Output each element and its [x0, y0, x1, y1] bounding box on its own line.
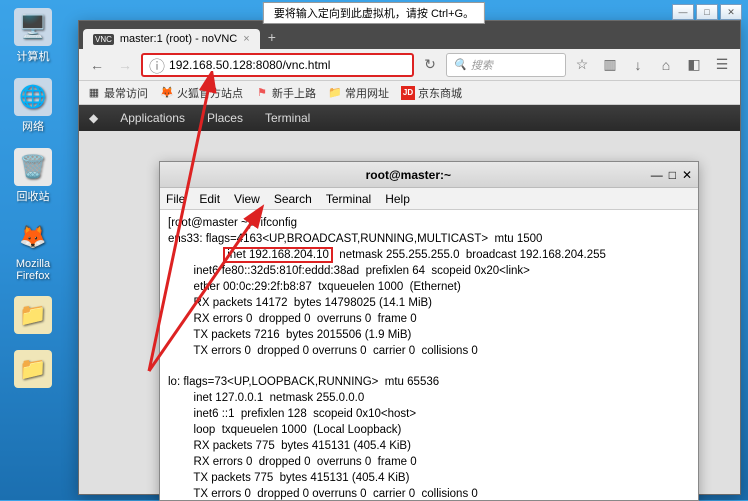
desktop-icon-computer[interactable]: 🖥️计算机: [8, 8, 58, 64]
menu-terminal[interactable]: Terminal: [265, 111, 310, 125]
vm-maximize-button[interactable]: □: [696, 4, 718, 20]
tab-novnc[interactable]: VNC master:1 (root) - noVNC ×: [83, 29, 260, 49]
term-menu-file[interactable]: File: [166, 192, 185, 206]
bookmark-star-icon[interactable]: ☆: [570, 53, 594, 77]
reload-button[interactable]: ↻: [418, 53, 442, 77]
tab-title: master:1 (root) - noVNC: [120, 33, 237, 45]
bookmark-firefox-site[interactable]: 🦊火狐官方站点: [160, 85, 243, 101]
desktop-icon-firefox[interactable]: 🦊Mozilla Firefox: [8, 218, 58, 282]
terminal-menubar: File Edit View Search Terminal Help: [160, 188, 698, 210]
inet-highlight: inet 192.168.204.10: [223, 247, 333, 263]
sidebar-icon[interactable]: ◧: [682, 53, 706, 77]
bookmark-bar: ▦最常访问 🦊火狐官方站点 ⚑新手上路 📁常用网址 JD京东商城: [79, 81, 740, 105]
vnc-content: root@master:~ — □ ✕ File Edit View Searc…: [79, 131, 740, 494]
desktop-icon-network[interactable]: 🌐网络: [8, 78, 58, 134]
url-bar: ← → ⓘ ↻ 🔍 搜索 ☆ ▥ ↓ ⌂ ◧ ☰: [79, 49, 740, 81]
tab-bar: VNC master:1 (root) - noVNC × +: [79, 21, 740, 49]
term-menu-edit[interactable]: Edit: [199, 192, 220, 206]
vm-window-controls: — □ ✕: [672, 4, 742, 20]
bookmark-common[interactable]: 📁常用网址: [328, 85, 389, 101]
desktop-icon-folder1[interactable]: 📁: [8, 296, 58, 336]
firefox-icon: 🦊: [160, 86, 174, 100]
search-box[interactable]: 🔍 搜索: [446, 53, 566, 77]
new-tab-button[interactable]: +: [260, 25, 284, 49]
terminal-output[interactable]: [root@master ~]# ifconfig ens33: flags=4…: [160, 210, 698, 500]
url-input[interactable]: [169, 58, 406, 72]
bookmark-jd[interactable]: JD京东商城: [401, 85, 462, 101]
menu-applications[interactable]: Applications: [120, 111, 185, 125]
desktop-icons: 🖥️计算机 🌐网络 🗑️回收站 🦊Mozilla Firefox 📁 📁: [8, 8, 58, 390]
grid-icon: ▦: [87, 86, 101, 100]
term-maximize-button[interactable]: □: [669, 168, 676, 182]
flag-icon: ⚑: [255, 86, 269, 100]
vm-minimize-button[interactable]: —: [672, 4, 694, 20]
desktop-icon-recycle[interactable]: 🗑️回收站: [8, 148, 58, 204]
tab-close-icon[interactable]: ×: [243, 33, 249, 45]
term-menu-view[interactable]: View: [234, 192, 260, 206]
library-icon[interactable]: ▥: [598, 53, 622, 77]
desktop-icon-folder2[interactable]: 📁: [8, 350, 58, 390]
forward-button[interactable]: →: [113, 53, 137, 77]
home-icon[interactable]: ⌂: [654, 53, 678, 77]
url-highlight-box: ⓘ: [141, 53, 414, 77]
vnc-icon: VNC: [93, 34, 114, 45]
activities-icon[interactable]: ◆: [89, 111, 98, 125]
terminal-window: root@master:~ — □ ✕ File Edit View Searc…: [159, 161, 699, 501]
jd-icon: JD: [401, 86, 415, 100]
bookmark-newbie[interactable]: ⚑新手上路: [255, 85, 316, 101]
term-menu-terminal[interactable]: Terminal: [326, 192, 371, 206]
term-menu-search[interactable]: Search: [274, 192, 312, 206]
vm-tooltip: 要将输入定向到此虚拟机，请按 Ctrl+G。: [263, 2, 485, 24]
folder-icon: 📁: [328, 86, 342, 100]
search-icon: 🔍: [453, 58, 467, 71]
terminal-titlebar[interactable]: root@master:~ — □ ✕: [160, 162, 698, 188]
terminal-title: root@master:~: [166, 168, 651, 182]
term-close-button[interactable]: ✕: [682, 168, 692, 182]
site-identity-icon[interactable]: ⓘ: [149, 53, 165, 77]
term-minimize-button[interactable]: —: [651, 168, 663, 182]
firefox-window: VNC master:1 (root) - noVNC × + ← → ⓘ ↻ …: [78, 20, 741, 495]
menu-icon[interactable]: ☰: [710, 53, 734, 77]
bookmark-most-visited[interactable]: ▦最常访问: [87, 85, 148, 101]
term-menu-help[interactable]: Help: [385, 192, 410, 206]
vm-close-button[interactable]: ✕: [720, 4, 742, 20]
gnome-top-bar: ◆ Applications Places Terminal: [79, 105, 740, 131]
downloads-icon[interactable]: ↓: [626, 53, 650, 77]
back-button[interactable]: ←: [85, 53, 109, 77]
menu-places[interactable]: Places: [207, 111, 243, 125]
